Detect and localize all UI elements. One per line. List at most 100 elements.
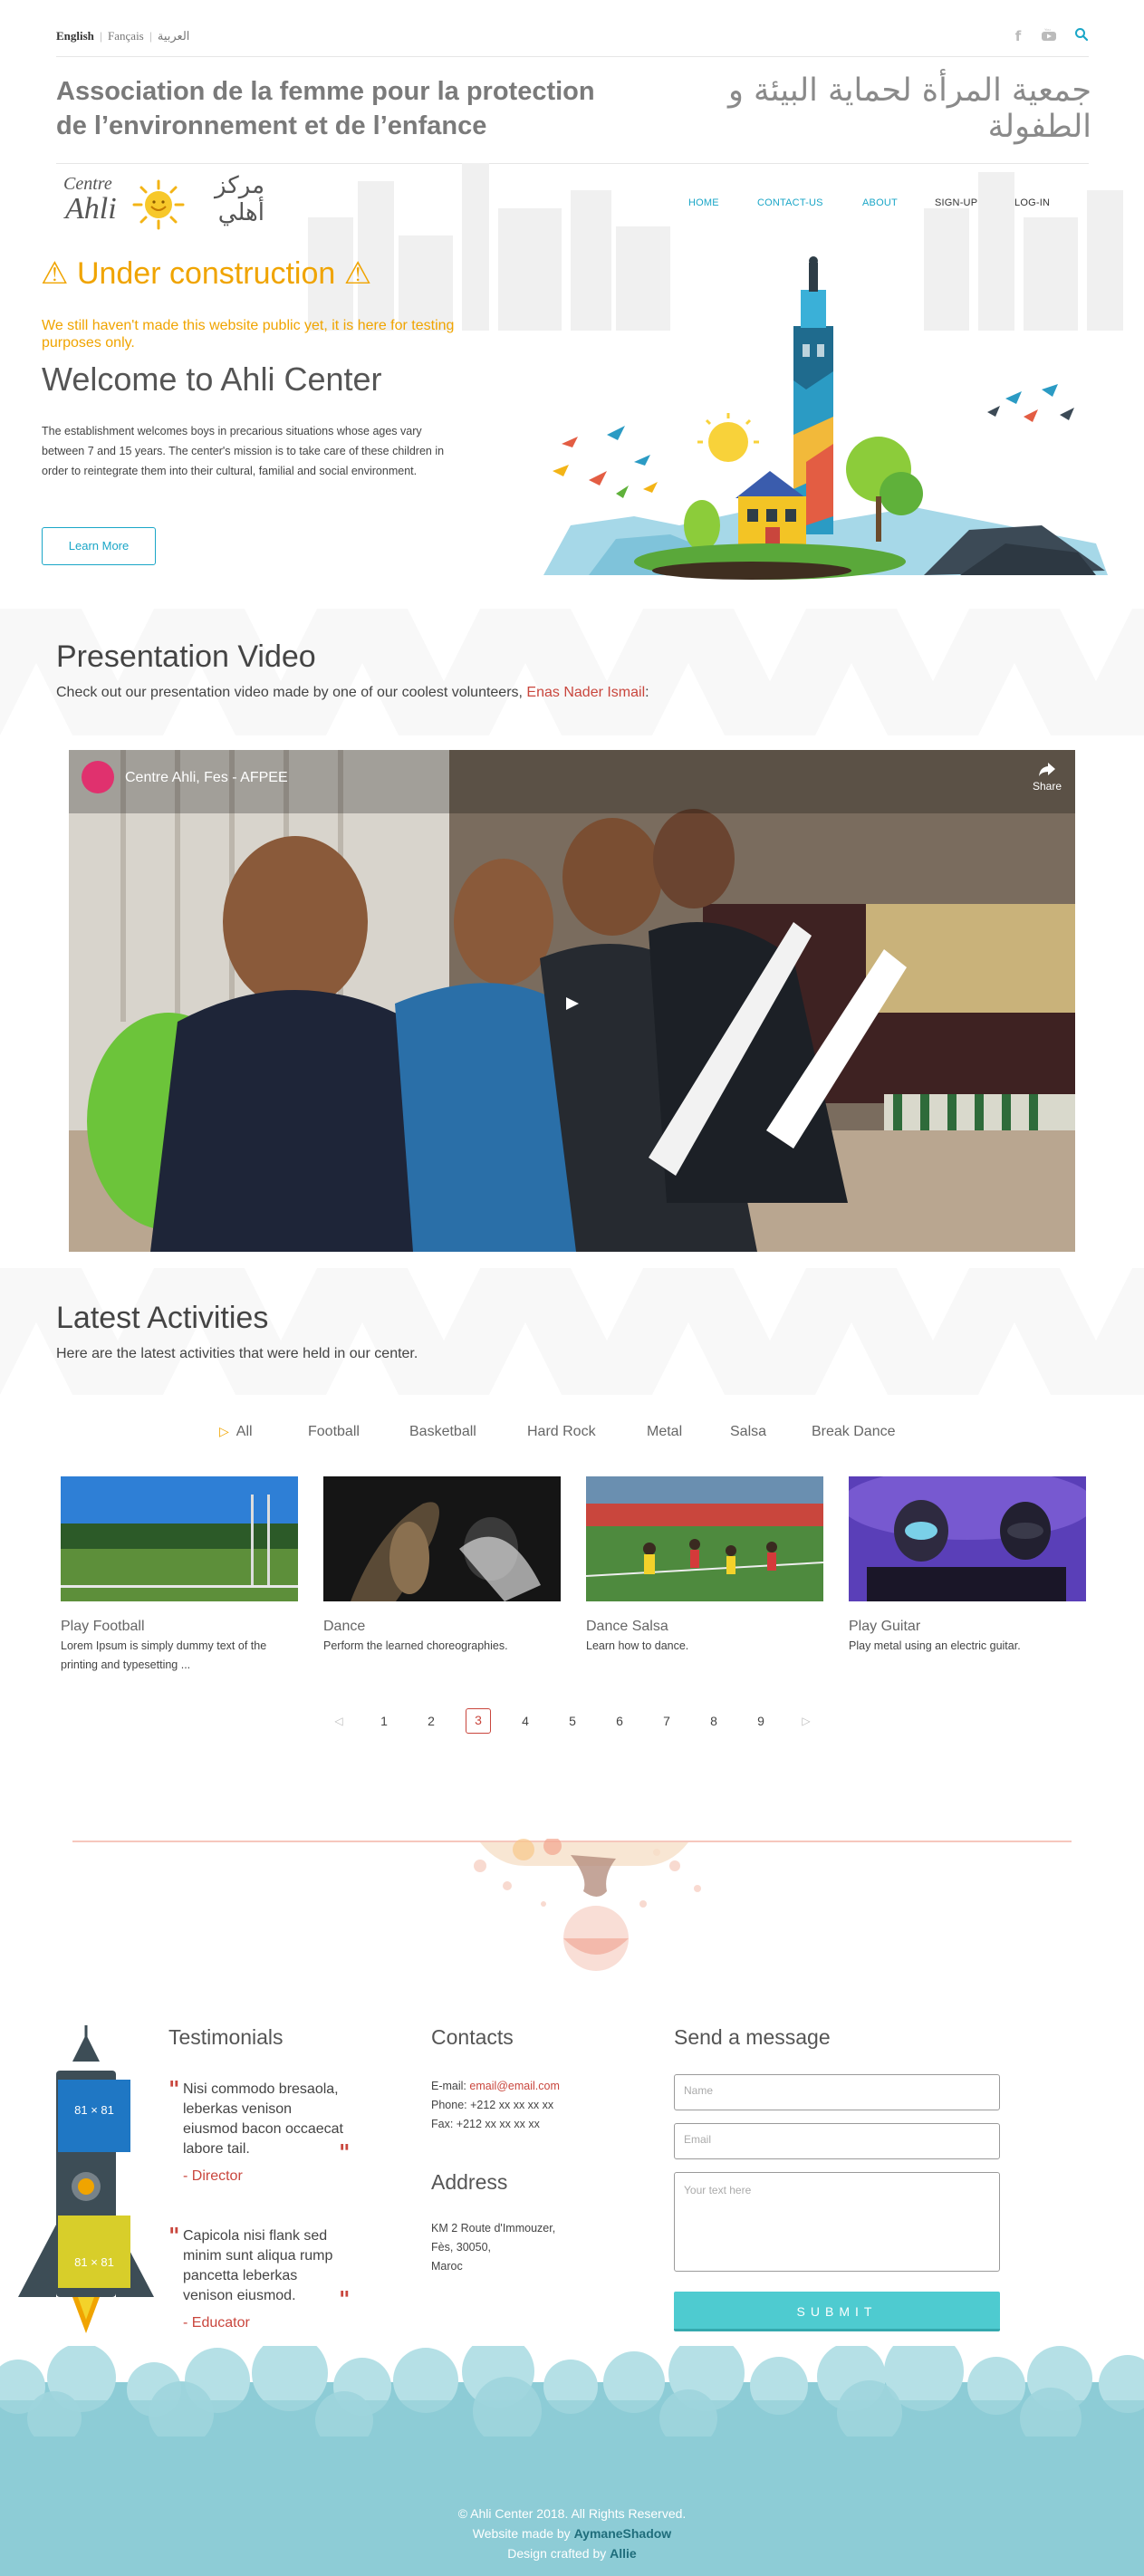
filter-all[interactable]: ▷ All (219, 1424, 253, 1440)
language-switcher: English | Fançais | العربية (56, 29, 189, 43)
author-link[interactable]: AymaneShadow (574, 2526, 672, 2541)
volunteer-link[interactable]: Enas Nader Ismail (526, 685, 645, 700)
activity-filters: ▷ All Football Basketball Hard Rock Metal… (0, 1424, 1144, 1446)
testimonial: " Capicola nisi flank sed minim sunt ali… (168, 2223, 351, 2331)
learn-more-button[interactable]: Learn More (42, 527, 156, 565)
page-link[interactable]: 2 (418, 1708, 444, 1734)
testimonial: " Nisi commodo bresaola, leberkas veniso… (168, 2076, 351, 2185)
logo-arabic-text: مركز أهلي (215, 172, 264, 226)
channel-avatar[interactable] (82, 761, 114, 793)
page-link[interactable]: 7 (654, 1708, 679, 1734)
activity-title: Dance Salsa (586, 1619, 668, 1634)
contact-email-row: E-mail: email@email.com (431, 2077, 560, 2096)
activity-card[interactable]: Play Guitar Play metal using an electric… (841, 1467, 1094, 1656)
activity-description: Learn how to dance. (586, 1639, 689, 1652)
message-textarea[interactable]: Your text here (674, 2172, 1000, 2272)
welcome-description: The establishment welcomes boys in preca… (42, 425, 445, 477)
activity-description: Play metal using an electric guitar. (849, 1639, 1021, 1652)
address-line: KM 2 Route d'Immouzer, (431, 2222, 556, 2235)
page-link[interactable]: 5 (560, 1708, 585, 1734)
activity-image-dance (323, 1476, 561, 1601)
play-triangle-icon: ▷ (219, 1424, 229, 1438)
welcome-heading: Welcome to Ahli Center (42, 360, 382, 398)
video-section-description: Check out our presentation video made by… (56, 685, 649, 701)
image-placeholder-label: 81 × 81 (74, 2103, 114, 2117)
under-construction-title: ⚠ Under construction ⚠ (41, 255, 371, 292)
copyright: © Ahli Center 2018. All Rights Reserved. (457, 2506, 687, 2521)
lang-separator: | (149, 29, 152, 43)
submit-button[interactable]: SUBMIT (674, 2292, 1000, 2331)
contact-phone: Phone: +212 xx xx xx xx (431, 2099, 554, 2111)
activity-image-football (61, 1476, 298, 1601)
design-by-row: Design crafted by Allie (0, 2543, 1144, 2563)
filter-metal[interactable]: Metal (647, 1424, 682, 1440)
page-link-current[interactable]: 3 (466, 1708, 491, 1734)
designer-link[interactable]: Allie (610, 2546, 637, 2561)
close-quote-icon: " (339, 2286, 351, 2312)
divider (56, 56, 1089, 57)
testimonial-text: Nisi commodo bresaola, leberkas venison … (183, 2081, 343, 2157)
email-input[interactable]: Email (674, 2123, 1000, 2159)
play-icon[interactable] (546, 985, 597, 1022)
lang-separator: | (100, 29, 102, 43)
pagination: ◁ 1 2 3 4 5 6 7 8 9 ▷ (326, 1708, 833, 1735)
lang-arabic[interactable]: العربية (158, 29, 190, 43)
share-label: Share (1032, 780, 1062, 793)
video-section-title: Presentation Video (56, 639, 316, 674)
image-placeholder-label: 81 × 81 (74, 2255, 114, 2269)
name-input[interactable]: Name (674, 2074, 1000, 2110)
filter-hard-rock[interactable]: Hard Rock (527, 1424, 596, 1440)
filter-break-dance[interactable]: Break Dance (812, 1424, 896, 1440)
activity-image-guitar (841, 1467, 1094, 1601)
youtube-icon[interactable]: You (1040, 27, 1058, 45)
page-link[interactable]: 9 (748, 1708, 774, 1734)
send-message-title: Send a message (674, 2025, 831, 2049)
page-link[interactable]: 6 (607, 1708, 632, 1734)
email-link[interactable]: email@email.com (469, 2080, 560, 2092)
hourglass-ornament (474, 1839, 701, 1971)
rocket-illustration (18, 2025, 154, 2333)
filter-label: All (236, 1424, 253, 1439)
close-quote-icon: " (339, 2139, 351, 2166)
contacts-title: Contacts (431, 2025, 514, 2049)
address-line: Maroc (431, 2260, 463, 2273)
filter-football[interactable]: Football (308, 1424, 360, 1440)
under-construction-text: Under construction (76, 256, 336, 291)
testimonial-text: Capicola nisi flank sed minim sunt aliqu… (183, 2228, 333, 2303)
page-link[interactable]: 1 (371, 1708, 397, 1734)
under-construction-notice: We still haven't made this website publi… (42, 318, 455, 351)
lang-english[interactable]: English (56, 29, 94, 43)
video-player[interactable]: Centre Ahli, Fes - AFPEE Share (69, 750, 1075, 1252)
video-desc-text: Check out our presentation video made by… (56, 685, 527, 700)
warning-icon: ⚠ (41, 256, 69, 291)
warning-icon: ⚠ (343, 256, 372, 291)
activity-description: Perform the learned choreographies. (323, 1639, 508, 1652)
page-link[interactable]: 4 (513, 1708, 538, 1734)
video-player-title[interactable]: Centre Ahli, Fes - AFPEE (125, 770, 288, 786)
page-link[interactable]: 8 (701, 1708, 726, 1734)
footer-credits: © Ahli Center 2018. All Rights Reserved.… (0, 2504, 1144, 2563)
search-icon[interactable] (1072, 27, 1091, 45)
filter-salsa[interactable]: Salsa (730, 1424, 766, 1440)
share-icon (1039, 763, 1055, 776)
made-by-label: Website made by (472, 2526, 574, 2541)
made-by-row: Website made by AymaneShadow (0, 2523, 1144, 2543)
lang-french[interactable]: Fançais (108, 29, 144, 43)
share-button[interactable]: Share (1029, 761, 1065, 793)
address-line: Fès, 30050, (431, 2241, 492, 2254)
design-by-label: Design crafted by (507, 2546, 610, 2561)
prev-page-icon[interactable]: ◁ (326, 1708, 351, 1734)
filter-basketball[interactable]: Basketball (409, 1424, 476, 1440)
open-quote-icon: " (168, 2076, 180, 2102)
address-title: Address (431, 2170, 508, 2194)
next-page-icon[interactable]: ▷ (793, 1708, 819, 1734)
activity-card[interactable]: Dance Perform the learned choreographies… (323, 1476, 561, 1656)
facebook-icon[interactable]: f (1009, 27, 1027, 45)
city-illustration (543, 256, 1108, 580)
activity-card[interactable]: Dance Salsa Learn how to dance. (585, 1476, 824, 1656)
site-logo[interactable]: Centre Ahli مركز أهلي (63, 172, 264, 237)
svg-text:You: You (1044, 27, 1051, 32)
activity-card[interactable]: Play Football Lorem Ipsum is simply dumm… (61, 1476, 298, 1675)
logo-ahli-text: Ahli (65, 192, 117, 226)
email-label: E-mail: (431, 2080, 470, 2092)
